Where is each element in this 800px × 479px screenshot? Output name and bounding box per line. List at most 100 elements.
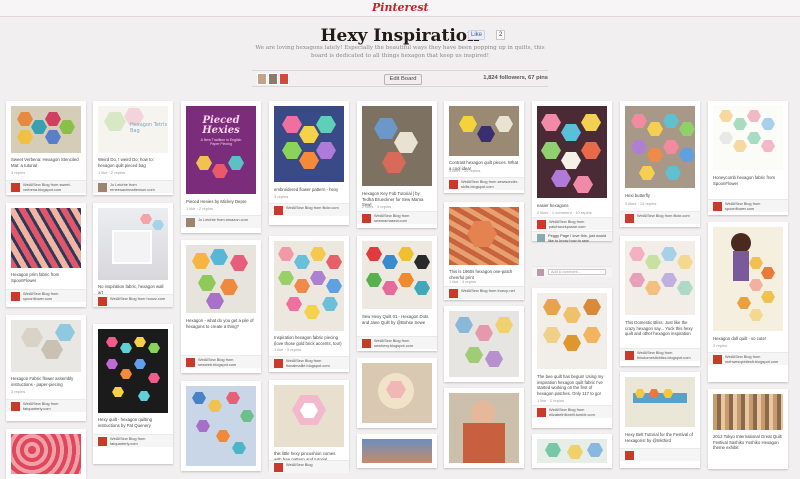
pinner-avatar[interactable]	[98, 183, 107, 192]
pin-image[interactable]	[274, 106, 344, 182]
pinner-avatar[interactable]	[625, 351, 634, 360]
pin-image[interactable]	[537, 106, 607, 198]
pin-image[interactable]	[537, 293, 607, 369]
pin-card[interactable]: easier hexagons 2 likes · 1 comment · 10…	[532, 101, 612, 243]
pin-image[interactable]	[713, 227, 783, 331]
pin-image[interactable]	[625, 106, 695, 188]
pin-image[interactable]: Hexagon Tetris Bag	[98, 106, 168, 153]
pin-image[interactable]	[362, 241, 432, 309]
pin-card[interactable]	[181, 381, 261, 471]
pin-card[interactable]: this little hexy pincushion comes with f…	[269, 380, 349, 473]
pin-attribution[interactable]: WeAllSew Blog from sewwonder-skills.blog…	[444, 177, 524, 190]
pinner-avatar[interactable]	[274, 206, 283, 215]
pinner-avatar[interactable]	[449, 180, 458, 189]
pin-image[interactable]	[449, 393, 519, 463]
pin-image[interactable]	[713, 106, 783, 170]
pin-image[interactable]	[11, 106, 81, 153]
pinner-avatar[interactable]	[362, 214, 371, 223]
pin-image[interactable]	[713, 394, 783, 430]
collaborator-avatar[interactable]	[268, 73, 278, 85]
pin-image[interactable]	[362, 106, 432, 186]
pin-image[interactable]	[98, 208, 168, 280]
pin-card[interactable]	[357, 358, 437, 428]
pin-image[interactable]	[362, 363, 432, 423]
pin-card[interactable]	[532, 434, 612, 468]
pin-card[interactable]: Sew Hexy Quilt 01 - Hexagon Dots and Jan…	[357, 236, 437, 351]
pin-attribution[interactable]: WeAllSew Blog from flickr.com	[269, 203, 349, 216]
pin-image[interactable]	[11, 208, 81, 268]
pinner-avatar[interactable]	[11, 292, 20, 301]
pin-attribution[interactable]: WeAllSew Blog from sweet-verbena.blogspo…	[6, 180, 86, 193]
pin-card[interactable]: Hexy quilt - hexagon quilting instructio…	[93, 324, 173, 464]
pin-image[interactable]	[625, 241, 695, 315]
pin-attribution[interactable]: WeAllSew Blog from sewmamasew.com	[357, 211, 437, 224]
pin-attribution[interactable]: WeAllSew Blog from patchworkposse.com	[532, 217, 612, 230]
facebook-like-button[interactable]: Like	[468, 30, 486, 40]
pin-image[interactable]	[537, 439, 607, 463]
pin-image[interactable]	[362, 439, 432, 463]
pin-image[interactable]	[186, 386, 256, 466]
pinner-avatar[interactable]	[98, 297, 107, 306]
pinner-avatar[interactable]	[713, 202, 722, 211]
pinner-avatar[interactable]	[11, 402, 20, 411]
pin-card[interactable]	[444, 306, 524, 382]
collaborator-avatar[interactable]	[279, 73, 289, 85]
pinner-avatar[interactable]	[274, 359, 283, 368]
pin-image[interactable]	[274, 385, 344, 447]
pin-image[interactable]	[625, 377, 695, 427]
pin-image[interactable]: Pieced Hexies A New Tradition in English…	[186, 106, 256, 194]
pin-card[interactable]: Hexagon doll quilt - so cute! 2 repins W…	[708, 222, 788, 382]
pin-attribution[interactable]: WeAllSew Blog from fatquarterly.com	[6, 399, 86, 412]
pin-card[interactable]: Hexagon Fabric flower assembly instructi…	[6, 315, 86, 421]
pin-card[interactable]: Hexy Belt Tutorial for the Festival of H…	[620, 372, 700, 468]
pin-image[interactable]	[11, 320, 81, 372]
pin-card[interactable]	[6, 429, 86, 479]
pinner-avatar[interactable]	[274, 463, 283, 472]
pin-card[interactable]: Honeycomb hexagon fabric from SpoonFlowe…	[708, 101, 788, 215]
pin-card[interactable]: The bee quilt has begun! Using my inspir…	[532, 288, 612, 428]
pin-card[interactable]: Contrast hexagon quilt pieces. What a co…	[444, 101, 524, 193]
pin-image[interactable]	[186, 245, 256, 313]
pin-card[interactable]: Sweet Verbena: Hexagon Stenciled Mat: a …	[6, 101, 86, 195]
pin-image[interactable]	[11, 434, 81, 474]
pin-attribution[interactable]	[620, 448, 700, 461]
pinner-avatar[interactable]	[449, 289, 458, 298]
pin-attribution[interactable]: WeAllSew Blog from thisdomesticbliss.blo…	[620, 348, 700, 361]
pin-card[interactable]: Pieced Hexies A New Tradition in English…	[181, 101, 261, 233]
pin-image[interactable]	[449, 106, 519, 156]
pin-card[interactable]: Hexi butterfly 3 likes · 14 repins WeAll…	[620, 101, 700, 227]
pin-attribution[interactable]: WeAllSew Blog from truecp.net	[444, 286, 524, 299]
add-comment-input[interactable]: Add a comment...	[548, 269, 606, 275]
pin-card[interactable]: Inspiration hexagon fabric piecing (love…	[269, 236, 349, 372]
pin-image[interactable]	[449, 311, 519, 377]
pinner-avatar[interactable]	[625, 451, 634, 460]
pinner-avatar[interactable]	[625, 214, 634, 223]
pin-attribution[interactable]: WeAllSew Blog from houzz.com	[93, 294, 173, 307]
pin-card[interactable]: This is 1960s hexagon one-patch cheerful…	[444, 202, 524, 300]
pin-attribution[interactable]: WeAllSew Blog from spoonflower.com	[6, 289, 86, 302]
pinner-avatar[interactable]	[362, 339, 371, 348]
pin-card[interactable]: Hexagon prim fabric from SpoonFlower WeA…	[6, 203, 86, 307]
collaborator-avatar[interactable]	[257, 73, 267, 85]
pin-attribution[interactable]: Jo Leichte from amazon.com	[181, 215, 261, 228]
pinner-avatar[interactable]	[713, 355, 722, 364]
pin-attribution[interactable]: WeAllSew Blog from fatquarterly.com	[93, 434, 173, 447]
pinner-avatar[interactable]	[11, 183, 20, 192]
pin-attribution[interactable]: WeAllSew Blog from flickr.com	[620, 211, 700, 224]
pin-card[interactable]: This Domestic Bliss: Just like the crazy…	[620, 236, 700, 366]
pin-attribution[interactable]: WeAllSew Blog from sewhexy.blogspot.com	[357, 336, 437, 349]
pinner-avatar[interactable]	[186, 358, 195, 367]
pinner-avatar[interactable]	[537, 220, 546, 229]
pin-card[interactable]: Hexagon Key Fob Tutorial | by Tedha Brue…	[357, 101, 437, 228]
pin-attribution[interactable]: WeAllSew Blog from mehwesqxbitesfr.blogs…	[708, 352, 788, 365]
pin-attribution[interactable]: Jo Leichte from reneesachmattenson.com	[93, 180, 173, 193]
pin-attribution[interactable]: WeAllSew Blog from elizabethflorelli.tum…	[532, 405, 612, 418]
pinner-avatar[interactable]	[537, 408, 546, 417]
pinterest-logo[interactable]: Pinterest	[372, 1, 429, 14]
add-comment-row[interactable]: Add a comment...	[532, 266, 612, 277]
pin-attribution[interactable]: WeAllSew Blog from sewweb.blogspot.com	[181, 355, 261, 368]
pin-attribution[interactable]: WeAllSew Blog from fionalmallie.blogspot…	[269, 356, 349, 369]
pin-card[interactable]: 2012 Tokyo International Great Quilt Fes…	[708, 389, 788, 469]
pin-card[interactable]: embroidered flower pattern - hexy 3 repi…	[269, 101, 349, 225]
pin-image[interactable]	[274, 241, 344, 331]
